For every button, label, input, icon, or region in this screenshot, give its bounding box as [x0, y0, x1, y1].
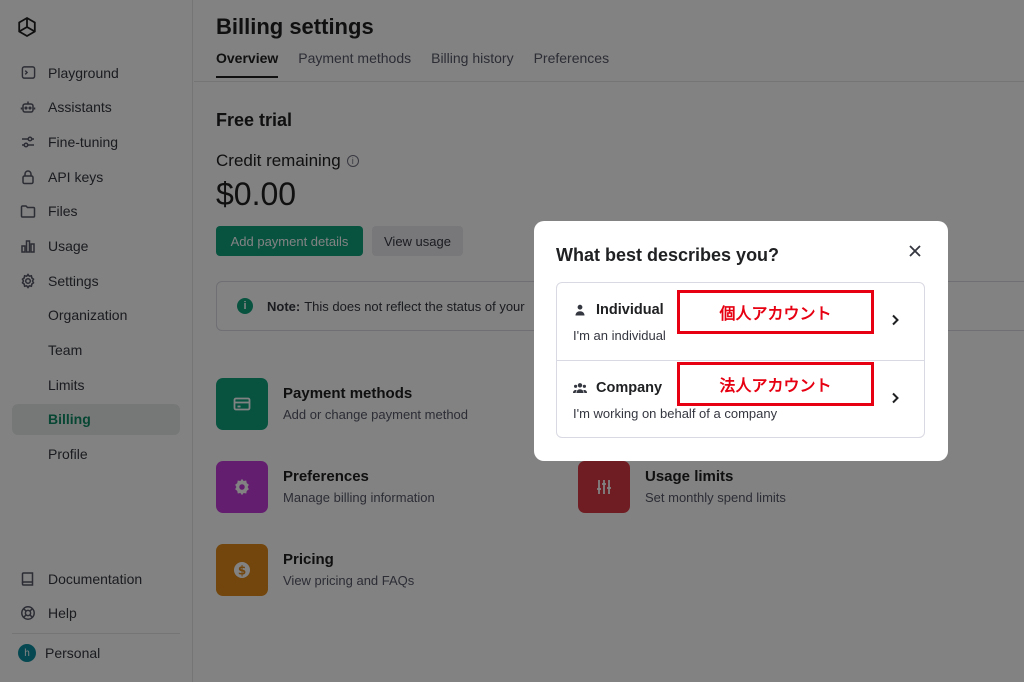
option-subtitle: I'm working on behalf of a company — [573, 406, 778, 421]
chevron-right-icon — [888, 313, 902, 327]
annotation-label: 個人アカウント — [677, 290, 874, 334]
option-title: Company — [596, 380, 663, 396]
option-heading: Individual — [573, 302, 664, 318]
option-title: Individual — [596, 302, 664, 318]
account-type-options: Individual I'm an individual 個人アカウント Com… — [556, 282, 925, 438]
option-subtitle: I'm an individual — [573, 328, 666, 343]
option-company[interactable]: Company I'm working on behalf of a compa… — [557, 360, 924, 437]
group-icon — [573, 381, 587, 395]
account-type-modal: What best describes you? Individual I'm … — [534, 221, 948, 461]
modal-title: What best describes you? — [556, 245, 780, 265]
option-heading: Company — [573, 380, 662, 396]
option-individual[interactable]: Individual I'm an individual 個人アカウント — [557, 283, 924, 360]
annotation-label: 法人アカウント — [677, 362, 874, 406]
close-icon[interactable] — [906, 243, 924, 261]
person-icon — [573, 303, 587, 317]
chevron-right-icon — [888, 391, 902, 405]
